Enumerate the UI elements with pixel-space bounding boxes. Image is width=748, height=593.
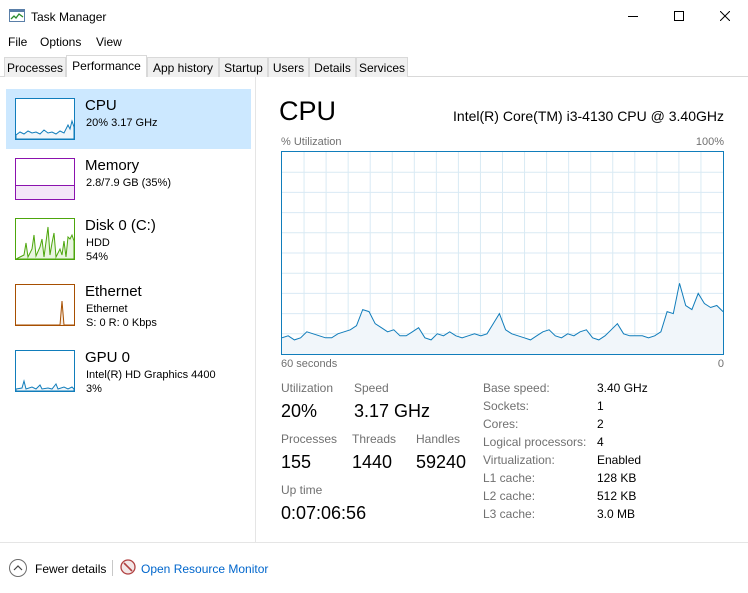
close-icon [720,11,730,21]
tab-app-history[interactable]: App history [147,57,219,77]
resource-ethernet-adapter: Ethernet [86,303,128,315]
resource-cpu-name: CPU [85,97,117,114]
sockets-label: Sockets: [483,399,530,413]
tab-users[interactable]: Users [268,57,309,77]
resource-ethernet[interactable]: Ethernet Ethernet S: 0 R: 0 Kbps [6,275,251,335]
resource-memory[interactable]: Memory 2.8/7.9 GB (35%) [6,149,251,209]
logical-processors-label: Logical processors: [483,435,587,449]
resource-memory-detail: 2.8/7.9 GB (35%) [86,177,171,189]
window-title: Task Manager [31,10,107,24]
maximize-button[interactable] [656,0,702,32]
threads-value: 1440 [352,452,393,472]
resource-disk-type: HDD [86,237,110,249]
base-speed-label: Base speed: [483,381,550,395]
graph-time-now-label: 0 [717,358,724,370]
cores-label: Cores: [483,417,519,431]
pane-divider[interactable] [255,77,256,542]
cpu-thumbnail-graph [15,98,75,140]
resource-list: CPU 20% 3.17 GHz Memory 2.8/7.9 GB (35%)… [0,77,255,542]
processes-value: 155 [281,452,312,472]
cpu-utilization-graph [281,151,724,355]
resource-monitor-icon[interactable] [120,559,136,575]
footer-bar: Fewer details Open Resource Monitor [0,543,748,593]
memory-thumbnail-graph [15,158,75,200]
fewer-details-button[interactable]: Fewer details [35,562,106,576]
menu-options[interactable]: Options [40,35,81,49]
logical-processors-value: 4 [597,435,604,449]
resource-ethernet-name: Ethernet [85,283,142,300]
open-resource-monitor-link[interactable]: Open Resource Monitor [141,562,268,576]
base-speed-value: 3.40 GHz [597,381,648,395]
virtualization-value: Enabled [597,453,642,467]
tab-processes[interactable]: Processes [4,57,66,77]
page-title: CPU [279,96,337,126]
graph-time-span-label: 60 seconds [281,358,338,370]
close-button[interactable] [702,0,748,32]
l1-cache-label: L1 cache: [483,471,536,485]
graph-label: % Utilization [281,136,342,148]
minimize-button[interactable] [610,0,656,32]
chevron-up-circle-icon[interactable] [9,559,27,577]
l1-cache-value: 128 KB [597,471,637,485]
speed-value: 3.17 GHz [354,401,431,421]
utilization-value: 20% [281,401,318,421]
l2-cache-label: L2 cache: [483,489,536,503]
resource-cpu[interactable]: CPU 20% 3.17 GHz [6,89,251,149]
tab-performance[interactable]: Performance [66,55,147,77]
gpu-thumbnail-graph [15,350,75,392]
resource-disk-usage: 54% [86,251,109,263]
handles-label: Handles [416,432,461,446]
resource-gpu-name: GPU 0 [85,349,131,366]
cores-value: 2 [597,417,604,431]
threads-label: Threads [352,432,397,446]
utilization-label: Utilization [281,381,334,395]
ethernet-thumbnail-graph [15,284,75,326]
sockets-value: 1 [597,399,604,413]
tab-services[interactable]: Services [356,57,408,77]
handles-value: 59240 [416,452,467,472]
menu-view[interactable]: View [96,35,122,49]
cpu-model-name: Intel(R) Core(TM) i3-4130 CPU @ 3.40GHz [453,108,724,124]
resource-memory-name: Memory [85,157,140,174]
task-manager-app-icon [9,9,25,22]
processes-label: Processes [281,432,338,446]
disk-thumbnail-graph [15,218,75,260]
virtualization-label: Virtualization: [483,453,555,467]
resource-gpu-model: Intel(R) HD Graphics 4400 [86,369,216,381]
menu-bar: File Options View [0,32,748,52]
graph-max-label: 100% [695,136,724,148]
footer-separator [112,560,113,576]
l3-cache-label: L3 cache: [483,507,536,521]
resource-cpu-detail: 20% 3.17 GHz [86,117,158,129]
minimize-icon [628,16,638,17]
speed-label: Speed [354,381,389,395]
menu-file[interactable]: File [8,35,27,49]
tab-details[interactable]: Details [309,57,356,77]
resource-disk[interactable]: Disk 0 (C:) HDD 54% [6,209,251,269]
title-bar[interactable]: Task Manager [0,0,748,32]
resource-disk-name: Disk 0 (C:) [85,217,156,234]
tab-startup[interactable]: Startup [219,57,268,77]
uptime-label: Up time [281,483,323,497]
resource-ethernet-throughput: S: 0 R: 0 Kbps [86,317,157,329]
resource-gpu-usage: 3% [86,383,102,395]
tab-strip: Processes Performance App history Startu… [0,55,748,77]
resource-gpu[interactable]: GPU 0 Intel(R) HD Graphics 4400 3% [6,341,251,401]
maximize-icon [674,11,684,21]
l2-cache-value: 512 KB [597,489,637,503]
l3-cache-value: 3.0 MB [597,507,636,521]
uptime-value: 0:07:06:56 [281,503,367,523]
